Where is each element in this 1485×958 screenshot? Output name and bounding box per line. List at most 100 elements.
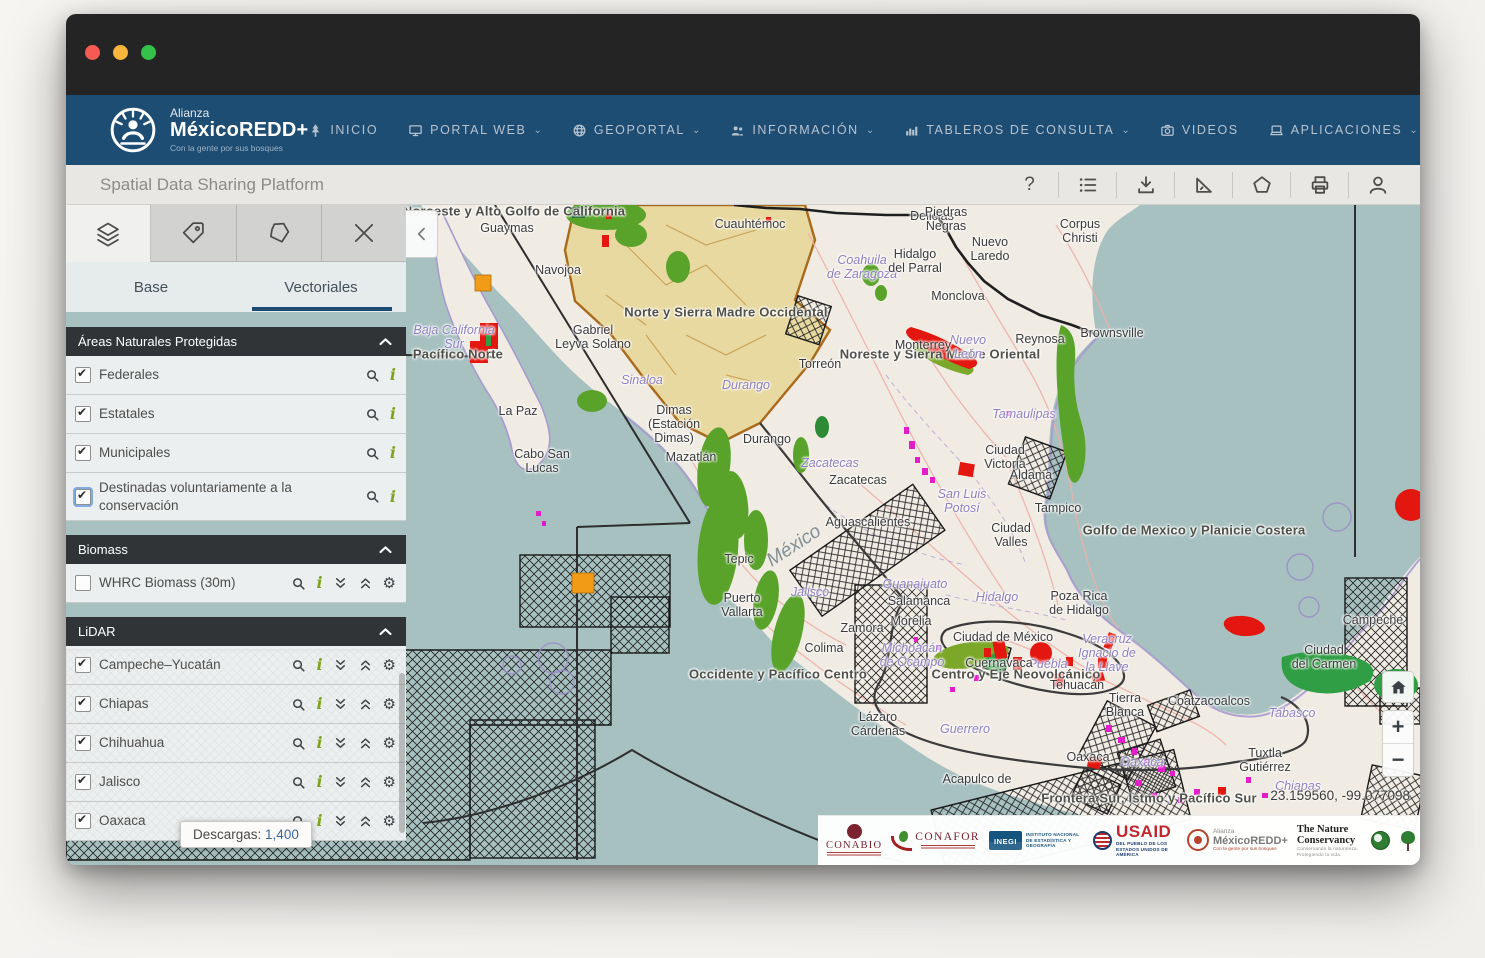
help-button[interactable]: ? [1001,172,1058,198]
chevrons-up-icon[interactable] [358,814,373,829]
layer-label: Estatales [99,399,357,429]
window-title-bar [66,14,1420,95]
home-button[interactable] [1382,671,1414,703]
traffic-light-minimize[interactable] [113,45,128,60]
chevron-up-icon [377,333,394,350]
draw-area-button[interactable] [1232,172,1290,198]
section-header-areas-naturales-protegidas[interactable]: Áreas Naturales Protegidas [66,327,406,356]
layer-label: Municipales [99,438,357,468]
user-button[interactable] [1348,172,1406,198]
print-button[interactable] [1290,172,1348,198]
info-icon[interactable]: i [316,696,322,712]
traffic-light-zoom[interactable] [141,45,156,60]
section-header-biomass[interactable]: Biomass [66,535,406,564]
nav-item-inicio[interactable]: INICIO [308,123,378,138]
layer-row: Estatales i [66,395,406,434]
layer-label: Federales [99,360,357,390]
info-icon[interactable]: i [390,367,396,383]
layer-checkbox[interactable] [75,489,91,505]
nav-item-label: PORTAL WEB [430,123,526,137]
chevrons-down-icon[interactable] [333,775,348,790]
section-header-lidar[interactable]: LiDAR [66,617,406,646]
chevrons-up-icon[interactable] [358,775,373,790]
chevrons-down-icon[interactable] [333,658,348,673]
gear-icon[interactable]: ⚙ [383,736,396,751]
nav-item-portal-web[interactable]: PORTAL WEB⌄ [408,123,542,138]
nav-item-videos[interactable]: VIDEOS [1160,123,1239,138]
layers-icon [94,220,122,248]
nav-item-tableros-de-consulta[interactable]: TABLEROS DE CONSULTA⌄ [904,123,1130,138]
nav-item-informacion[interactable]: INFORMACIÓN⌄ [730,123,874,138]
layer-label: Chiapas [99,689,283,719]
nav-item-geoportal[interactable]: GEOPORTAL⌄ [572,123,700,138]
traffic-light-close[interactable] [85,45,100,60]
layer-checkbox[interactable] [75,575,91,591]
chevrons-down-icon[interactable] [333,814,348,829]
nav-item-aplicaciones[interactable]: APLICACIONES⌄ [1269,123,1418,138]
info-icon[interactable]: i [390,445,396,461]
layer-checkbox[interactable] [75,445,91,461]
gear-icon[interactable]: ⚙ [383,658,396,673]
search-icon[interactable] [291,775,306,790]
brand-name: MéxicoREDD+ [170,120,308,142]
info-icon[interactable]: i [390,406,396,422]
chevrons-up-icon[interactable] [358,576,373,591]
layer-checkbox[interactable] [75,774,91,790]
gear-icon[interactable]: ⚙ [383,775,396,790]
layer-checkbox[interactable] [75,657,91,673]
search-icon[interactable] [291,658,306,673]
layer-label: Chihuahua [99,728,283,758]
layer-checkbox[interactable] [75,696,91,712]
info-icon[interactable]: i [316,657,322,673]
zoom-in-button[interactable]: + [1383,711,1413,743]
layer-checkbox[interactable] [75,406,91,422]
search-icon[interactable] [365,368,380,383]
legend-button[interactable] [1058,172,1116,198]
search-icon[interactable] [291,736,306,751]
layer-row: WHRC Biomass (30m) i ⚙ [66,564,406,603]
layer-checkbox[interactable] [75,367,91,383]
measure-icon [1193,174,1215,196]
partner-logo-whrc: Woods Hole Research Center [1399,831,1420,851]
nav-item-label: GEOPORTAL [594,123,685,137]
chevrons-down-icon[interactable] [333,736,348,751]
search-icon[interactable] [365,407,380,422]
toolbar-buttons: ? [1001,165,1406,204]
search-icon[interactable] [291,697,306,712]
search-icon[interactable] [291,576,306,591]
layer-label: WHRC Biomass (30m) [99,568,283,598]
gear-icon[interactable]: ⚙ [383,814,396,829]
info-icon[interactable]: i [316,774,322,790]
search-icon[interactable] [365,446,380,461]
layer-checkbox[interactable] [75,813,91,829]
sidebar-scrollbar[interactable] [399,673,405,833]
chevrons-up-icon[interactable] [358,736,373,751]
gear-icon[interactable]: ⚙ [383,576,396,591]
chevrons-down-icon[interactable] [333,697,348,712]
download-button[interactable] [1116,172,1174,198]
tool-tab-layers[interactable] [66,205,151,262]
tab-label: Vectoriales [284,279,357,296]
partner-logo-conafor: CONAFOR [891,831,980,851]
search-icon[interactable] [365,489,380,504]
tab-base[interactable]: Base [66,262,236,312]
desktop-background: Alianza MéxicoREDD+ Con la gente por sus… [0,0,1485,958]
info-icon[interactable]: i [316,575,322,591]
tool-tab-tag[interactable] [151,205,236,262]
zoom-out-button[interactable]: − [1383,743,1413,776]
tool-tab-polygon[interactable] [237,205,322,262]
chevrons-down-icon[interactable] [333,576,348,591]
chevrons-up-icon[interactable] [358,658,373,673]
info-icon[interactable]: i [316,735,322,751]
layer-checkbox[interactable] [75,735,91,751]
layer-label: Campeche–Yucatán [99,650,283,680]
tool-tab-close[interactable] [322,205,406,262]
sidebar-collapse-button[interactable] [406,210,438,258]
info-icon[interactable]: i [316,813,322,829]
brand[interactable]: Alianza MéxicoREDD+ Con la gente por sus… [108,105,308,155]
measure-button[interactable] [1174,172,1232,198]
chevrons-up-icon[interactable] [358,697,373,712]
gear-icon[interactable]: ⚙ [383,697,396,712]
info-icon[interactable]: i [390,489,396,505]
tab-vectoriales[interactable]: Vectoriales [236,262,406,312]
